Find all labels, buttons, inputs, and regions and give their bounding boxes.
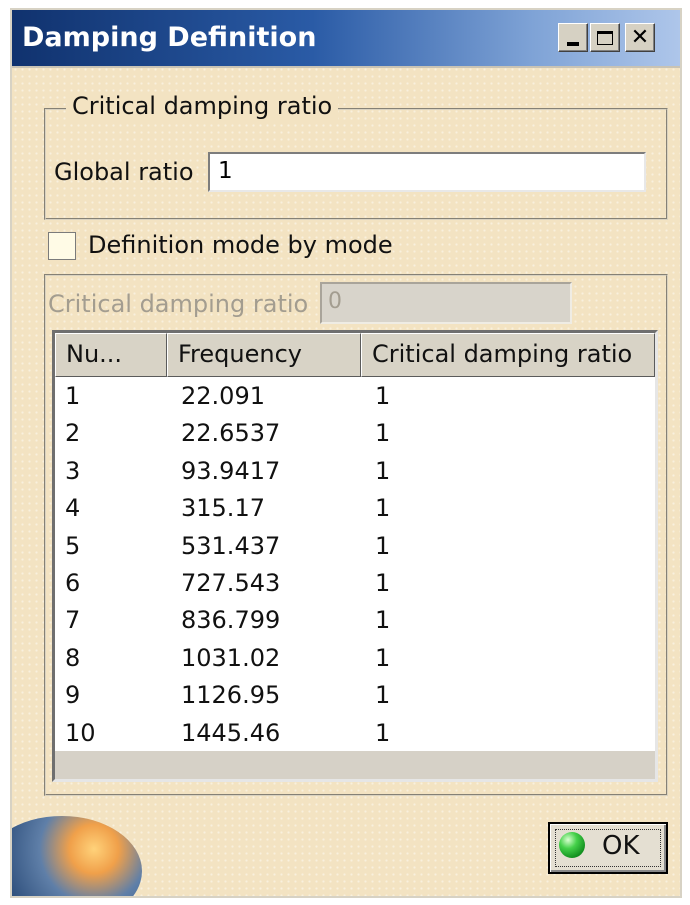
cell-number: 1 — [65, 382, 81, 410]
minimize-button[interactable] — [558, 23, 588, 52]
cell-number: 5 — [65, 531, 81, 560]
table-row[interactable]: 3 93.9417 1 — [55, 452, 655, 489]
cell-frequency: 836.799 — [181, 606, 281, 635]
cell-number: 7 — [65, 606, 81, 635]
cell-damping-ratio: 1 — [375, 382, 391, 410]
damping-definition-dialog: Damping Definition ✕ Critical damping ra… — [10, 8, 682, 898]
mode-by-mode-panel: Critical damping ratio 0 Nu... Frequency… — [44, 274, 668, 796]
table-row[interactable]: 8 1031.02 1 — [55, 639, 655, 676]
maximize-button[interactable] — [590, 23, 620, 52]
table-row[interactable]: 10 1445.46 1 — [55, 714, 655, 751]
cell-number: 4 — [65, 494, 81, 523]
mode-critical-ratio-input[interactable]: 0 — [320, 282, 572, 324]
cell-damping-ratio: 1 — [375, 531, 391, 560]
maximize-icon — [597, 30, 613, 45]
group-legend: Critical damping ratio — [66, 92, 339, 120]
cell-frequency: 531.437 — [181, 531, 281, 560]
table-row[interactable]: 6 727.543 1 — [55, 564, 655, 601]
mode-critical-ratio-label: Critical damping ratio — [48, 290, 309, 318]
ok-button[interactable]: OK — [548, 822, 668, 874]
cell-frequency: 727.543 — [181, 568, 281, 597]
cell-damping-ratio: 1 — [375, 606, 391, 635]
cell-damping-ratio: 1 — [375, 643, 391, 672]
table-row[interactable]: 2 22.6537 1 — [55, 414, 655, 451]
cell-frequency: 93.9417 — [181, 456, 281, 485]
cell-number: 9 — [65, 681, 81, 710]
cell-number: 3 — [65, 456, 81, 485]
table-header: Nu... Frequency Critical damping ratio — [55, 333, 655, 377]
cell-number: 10 — [65, 718, 96, 747]
global-ratio-input[interactable]: 1 — [208, 152, 646, 192]
global-ratio-label: Global ratio — [54, 158, 194, 186]
cell-frequency: 1445.46 — [181, 718, 281, 747]
cell-frequency: 1126.95 — [181, 681, 281, 710]
cell-damping-ratio: 1 — [375, 568, 391, 597]
column-header-frequency[interactable]: Frequency — [167, 333, 361, 377]
column-header-critical-damping-ratio[interactable]: Critical damping ratio — [361, 333, 655, 377]
cell-frequency: 22.6537 — [181, 419, 281, 448]
cell-damping-ratio: 1 — [375, 681, 391, 710]
table-body: 1 22.091 1 2 22.6537 1 3 93.9417 1 4 315.17 1 55… — [55, 377, 655, 751]
catia-logo-icon — [12, 816, 142, 896]
modes-table: Nu... Frequency Critical damping ratio 1… — [52, 330, 658, 782]
cell-number: 6 — [65, 568, 81, 597]
cell-frequency: 1031.02 — [181, 643, 281, 672]
definition-mode-checkbox[interactable] — [48, 232, 76, 260]
cell-frequency: 22.091 — [181, 382, 265, 410]
window-title: Damping Definition — [22, 22, 317, 53]
column-header-number[interactable]: Nu... — [55, 333, 167, 377]
cell-frequency: 315.17 — [181, 494, 265, 523]
minimize-icon — [567, 41, 579, 46]
definition-mode-label: Definition mode by mode — [88, 231, 393, 259]
cell-damping-ratio: 1 — [375, 419, 391, 448]
close-icon: ✕ — [630, 24, 650, 50]
critical-damping-group: Critical damping ratio Global ratio 1 — [44, 92, 668, 220]
cell-number: 2 — [65, 419, 81, 448]
table-row[interactable]: 5 531.437 1 — [55, 527, 655, 564]
table-row[interactable]: 7 836.799 1 — [55, 601, 655, 638]
table-row[interactable]: 4 315.17 1 — [55, 489, 655, 526]
cell-number: 8 — [65, 643, 81, 672]
ok-label: OK — [602, 831, 640, 861]
close-button[interactable]: ✕ — [625, 23, 655, 52]
cell-damping-ratio: 1 — [375, 718, 391, 747]
cell-damping-ratio: 1 — [375, 456, 391, 485]
cell-damping-ratio: 1 — [375, 494, 391, 523]
titlebar: Damping Definition ✕ — [12, 10, 680, 68]
table-row[interactable]: 9 1126.95 1 — [55, 676, 655, 713]
green-ball-icon — [559, 832, 585, 858]
table-row[interactable]: 1 22.091 1 — [55, 377, 655, 414]
